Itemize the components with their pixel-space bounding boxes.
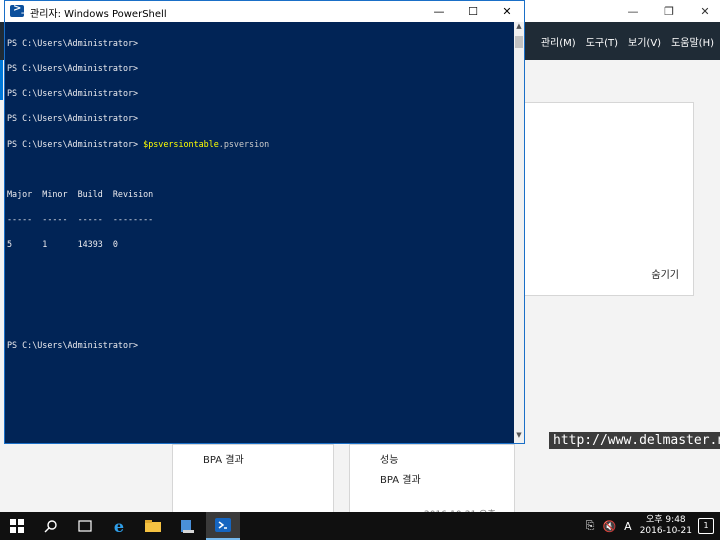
welcome-panel: 숨기기 <box>524 102 694 296</box>
notification-icon[interactable]: 1 <box>698 518 714 534</box>
table-row: 5 1 14393 0 <box>7 239 118 250</box>
powershell-taskbar-button[interactable] <box>206 512 240 540</box>
watermark: http://www.delmaster.net <box>549 432 720 449</box>
clock-date: 2016-10-21 <box>639 526 692 536</box>
scroll-thumb[interactable] <box>515 36 523 48</box>
powershell-window: >_ 관리자: Windows PowerShell — ☐ ✕ PS C:\U… <box>4 0 525 444</box>
table-header: Major Minor Build Revision <box>7 189 154 200</box>
system-tray: ⎘ 🔇 A 오후 9:48 2016-10-21 1 <box>586 512 720 540</box>
tile-performance-label[interactable]: 성능 <box>380 451 398 466</box>
server-manager-button[interactable] <box>170 512 204 540</box>
menu-manage[interactable]: 관리(M) <box>541 34 576 49</box>
menu-help[interactable]: 도움말(H) <box>671 34 714 49</box>
file-explorer-button[interactable] <box>136 512 170 540</box>
server-manager-icon <box>181 520 194 533</box>
console-line: PS C:\Users\Administrator> <box>7 114 269 122</box>
prompt: PS C:\Users\Administrator> <box>7 88 139 99</box>
tile-bpa-label[interactable]: BPA 결과 <box>203 451 244 466</box>
clock-time: 오후 9:48 <box>646 515 686 525</box>
prompt: PS C:\Users\Administrator> <box>7 138 139 149</box>
folder-icon <box>145 520 161 532</box>
powershell-icon: >_ <box>10 3 26 17</box>
ie-button[interactable]: e <box>102 512 136 540</box>
final-prompt: PS C:\Users\Administrator> <box>7 340 139 351</box>
window-title: 관리자: Windows PowerShell <box>30 9 167 20</box>
clock[interactable]: 오후 9:48 2016-10-21 <box>640 515 692 537</box>
tile-bpa-label-2[interactable]: BPA 결과 <box>380 471 421 486</box>
search-button[interactable] <box>34 512 68 540</box>
volume-muted-icon[interactable]: 🔇 <box>602 520 616 533</box>
minimize-icon: — <box>433 5 445 18</box>
start-button[interactable] <box>0 512 34 540</box>
nav-accent <box>0 60 3 100</box>
restore-icon[interactable]: ❐ <box>658 5 680 18</box>
console-line: PS C:\Users\Administrator> <box>7 89 269 97</box>
prompt: PS C:\Users\Administrator> <box>7 63 139 74</box>
console-line: PS C:\Users\Administrator> <box>7 64 269 72</box>
terminal-text: PS C:\Users\Administrator> PS C:\Users\A… <box>7 22 269 366</box>
task-view-button[interactable] <box>68 512 102 540</box>
vertical-scrollbar[interactable]: ▲ ▼ <box>514 22 524 443</box>
close-icon[interactable]: ✕ <box>694 5 716 18</box>
taskbar: e ⎘ 🔇 A 오후 9:48 2016-10-21 1 <box>0 512 720 540</box>
minimize-button[interactable]: — <box>422 1 456 22</box>
hide-link[interactable]: 숨기기 <box>651 266 679 281</box>
console-output[interactable]: PS C:\Users\Administrator> PS C:\Users\A… <box>5 22 514 443</box>
console-line: PS C:\Users\Administrator> <box>7 341 269 349</box>
powershell-titlebar[interactable]: >_ 관리자: Windows PowerShell — ☐ ✕ <box>5 1 524 22</box>
command-text: $psversiontable <box>143 138 219 149</box>
table-separator: ----- ----- ----- -------- <box>7 214 154 225</box>
task-view-icon <box>78 520 92 532</box>
close-button[interactable]: ✕ <box>490 1 524 22</box>
console-line: PS C:\Users\Administrator> $psversiontab… <box>7 138 270 149</box>
maximize-button[interactable]: ☐ <box>456 1 490 22</box>
ime-indicator[interactable]: A <box>624 520 632 533</box>
scroll-up-icon[interactable]: ▲ <box>514 22 524 34</box>
powershell-icon <box>215 518 231 532</box>
close-icon: ✕ <box>502 5 512 18</box>
internet-explorer-icon: e <box>113 516 125 536</box>
console-line: PS C:\Users\Administrator> <box>7 39 269 47</box>
menu-tools[interactable]: 도구(T) <box>586 34 618 49</box>
command-arg: .psversion <box>218 138 270 149</box>
menu-view[interactable]: 보기(V) <box>628 34 661 49</box>
server-tile-2: 성능 BPA 결과 2016-10-21 오후 9:42 <box>349 444 515 530</box>
server-tile-1: BPA 결과 <box>172 444 334 516</box>
prompt: PS C:\Users\Administrator> <box>7 37 139 48</box>
search-icon <box>44 520 57 533</box>
minimize-icon[interactable]: — <box>622 5 644 18</box>
scroll-down-icon[interactable]: ▼ <box>514 431 524 443</box>
network-icon[interactable]: ⎘ <box>586 519 595 533</box>
maximize-icon: ☐ <box>468 5 478 18</box>
windows-logo-icon <box>10 519 24 533</box>
prompt: PS C:\Users\Administrator> <box>7 113 139 124</box>
